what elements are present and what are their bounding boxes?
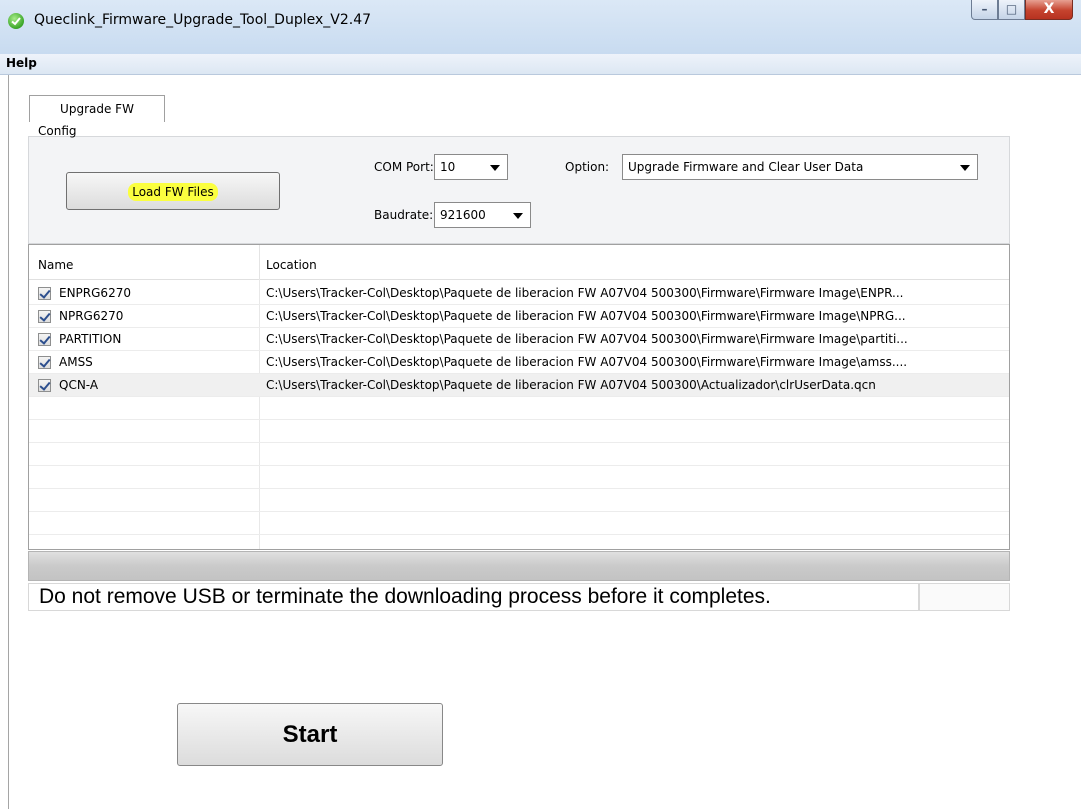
column-header-name[interactable]: Name: [38, 258, 73, 272]
empty-row: [29, 466, 1009, 489]
menu-bar: Help: [0, 54, 1081, 75]
row-location: C:\Users\Tracker-Col\Desktop\Paquete de …: [266, 355, 908, 369]
empty-row: [29, 489, 1009, 512]
row-checkbox[interactable]: [38, 310, 51, 323]
title-bar: Queclink_Firmware_Upgrade_Tool_Duplex_V2…: [0, 0, 1081, 54]
table-row[interactable]: NPRG6270 C:\Users\Tracker-Col\Desktop\Pa…: [29, 305, 1009, 328]
empty-row: [29, 512, 1009, 535]
row-location: C:\Users\Tracker-Col\Desktop\Paquete de …: [266, 332, 908, 346]
empty-row: [29, 420, 1009, 443]
table-row[interactable]: AMSS C:\Users\Tracker-Col\Desktop\Paquet…: [29, 351, 1009, 374]
table-row[interactable]: QCN-A C:\Users\Tracker-Col\Desktop\Paque…: [29, 374, 1009, 397]
row-location: C:\Users\Tracker-Col\Desktop\Paquete de …: [266, 309, 906, 323]
com-port-value: 10: [440, 160, 456, 174]
minimize-button[interactable]: –: [971, 0, 998, 20]
chevron-down-icon: [490, 165, 500, 171]
baudrate-label: Baudrate:: [374, 208, 434, 222]
row-name: ENPRG6270: [59, 286, 131, 300]
row-checkbox[interactable]: [38, 379, 51, 392]
maximize-button[interactable]: □: [998, 0, 1025, 20]
chevron-down-icon: [960, 165, 970, 171]
list-header: Name Location: [29, 245, 1009, 280]
com-port-label: COM Port:: [374, 160, 434, 174]
baudrate-select[interactable]: 921600: [434, 202, 531, 228]
row-checkbox[interactable]: [38, 356, 51, 369]
table-row[interactable]: ENPRG6270 C:\Users\Tracker-Col\Desktop\P…: [29, 282, 1009, 305]
table-row[interactable]: PARTITION C:\Users\Tracker-Col\Desktop\P…: [29, 328, 1009, 351]
empty-row: [29, 397, 1009, 420]
load-fw-files-button[interactable]: Load FW Files: [66, 172, 280, 210]
baudrate-value: 921600: [440, 208, 486, 222]
app-check-icon: [8, 13, 24, 29]
chevron-down-icon: [513, 213, 523, 219]
config-group-label: Config: [38, 124, 77, 138]
column-divider[interactable]: [259, 245, 260, 279]
status-extra-field: [919, 583, 1010, 611]
row-checkbox[interactable]: [38, 333, 51, 346]
row-location: C:\Users\Tracker-Col\Desktop\Paquete de …: [266, 286, 904, 300]
maximize-icon: □: [1005, 2, 1018, 16]
firmware-file-list[interactable]: Name Location ENPRG6270 C:\Users\Tracker…: [28, 244, 1010, 550]
row-name: PARTITION: [59, 332, 122, 346]
download-progress-bar: [28, 551, 1010, 581]
load-fw-files-label: Load FW Files: [128, 183, 218, 201]
row-name: NPRG6270: [59, 309, 124, 323]
option-label: Option:: [565, 160, 610, 174]
row-checkbox[interactable]: [38, 287, 51, 300]
close-button[interactable]: X: [1025, 0, 1073, 20]
empty-row: [29, 443, 1009, 466]
start-button[interactable]: Start: [177, 703, 443, 766]
row-name: QCN-A: [59, 378, 99, 392]
com-port-select[interactable]: 10: [434, 154, 508, 180]
row-name: AMSS: [59, 355, 93, 369]
window-title: Queclink_Firmware_Upgrade_Tool_Duplex_V2…: [34, 12, 372, 28]
column-header-location[interactable]: Location: [266, 258, 317, 272]
option-value: Upgrade Firmware and Clear User Data: [628, 160, 864, 174]
tab-upgrade-fw[interactable]: Upgrade FW: [29, 95, 165, 122]
minimize-icon: –: [981, 2, 988, 16]
row-location: C:\Users\Tracker-Col\Desktop\Paquete de …: [266, 378, 876, 392]
window-controls: – □ X: [971, 0, 1073, 22]
status-message: Do not remove USB or terminate the downl…: [28, 583, 919, 611]
option-select[interactable]: Upgrade Firmware and Clear User Data: [622, 154, 978, 180]
menu-help[interactable]: Help: [6, 56, 37, 70]
close-icon: X: [1043, 1, 1055, 17]
